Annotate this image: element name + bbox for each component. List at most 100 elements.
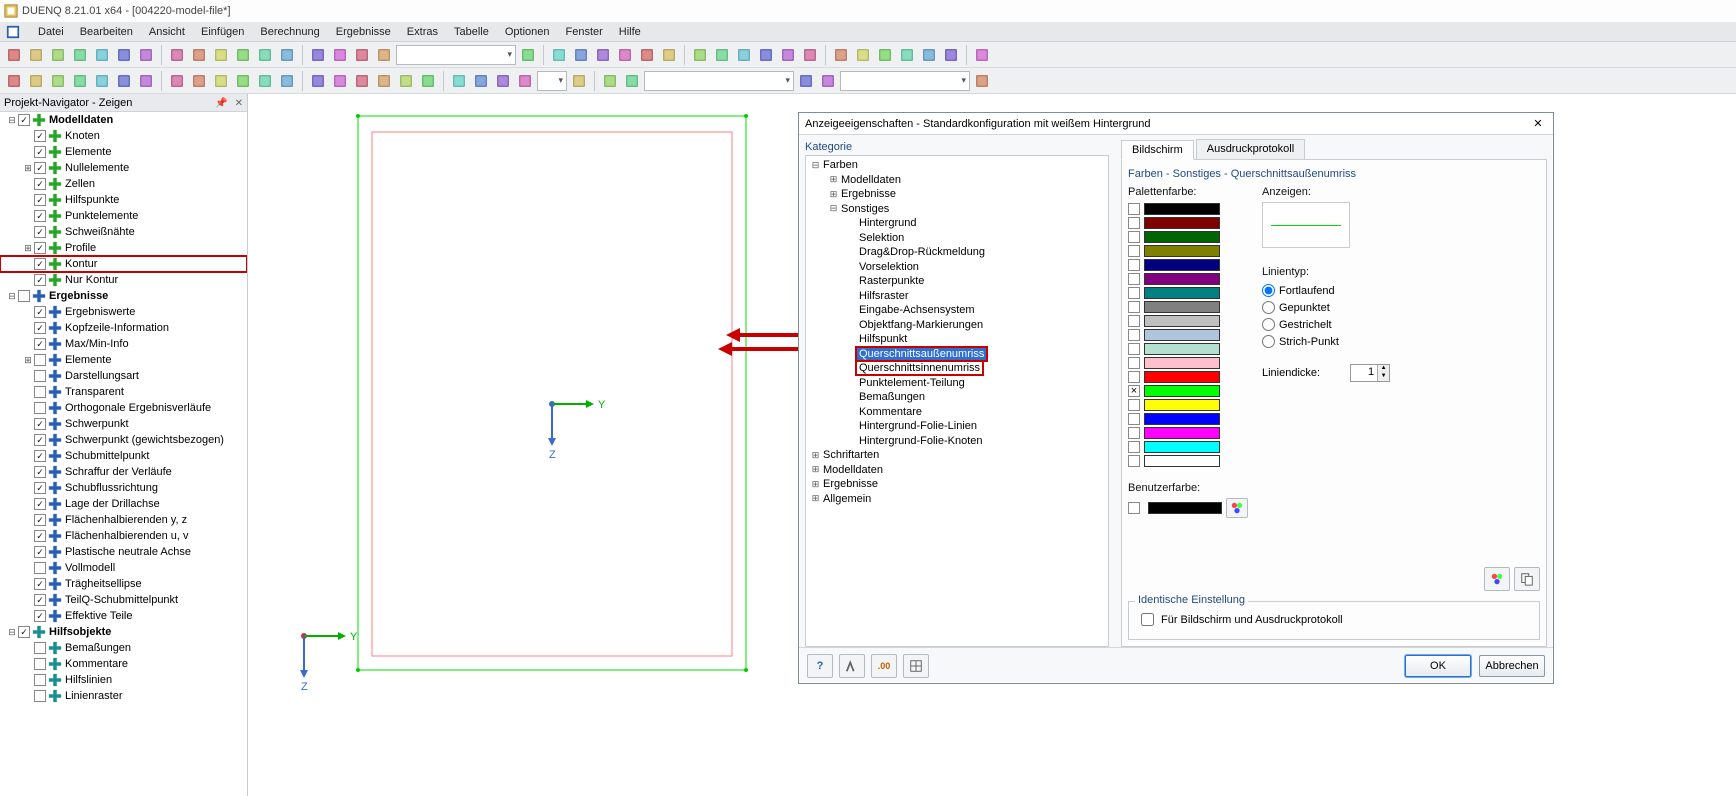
palette-config-button[interactable] (1484, 567, 1510, 591)
tab-ausdruckprotokoll[interactable]: Ausdruckprotokoll (1196, 139, 1305, 159)
category-item[interactable]: ⊞Modelldaten (806, 173, 1108, 188)
toolbar-button[interactable] (374, 71, 394, 91)
toolbar-button[interactable] (831, 45, 851, 65)
toolbar-button[interactable] (4, 71, 24, 91)
navigator-tree[interactable]: ⊟ModelldatenKnotenElemente⊞NullelementeZ… (0, 112, 247, 796)
nav-item[interactable]: Trägheitsellipse (0, 576, 247, 592)
nav-item[interactable]: Nur Kontur (0, 272, 247, 288)
palette-color[interactable] (1128, 342, 1248, 356)
nav-checkbox[interactable] (34, 402, 46, 414)
nav-item[interactable]: ⊟Ergebnisse (0, 288, 247, 304)
palette-color[interactable] (1128, 454, 1248, 468)
default-button[interactable] (839, 654, 865, 678)
nav-checkbox[interactable] (18, 290, 30, 302)
category-item[interactable]: ⊞Ergebnisse (806, 187, 1108, 202)
usercolor-picker-button[interactable] (1226, 498, 1248, 518)
toolbar-button[interactable] (778, 45, 798, 65)
palette-color[interactable] (1128, 244, 1248, 258)
toolbar-button[interactable] (70, 45, 90, 65)
nav-checkbox[interactable] (34, 306, 46, 318)
nav-checkbox[interactable] (34, 338, 46, 350)
nav-checkbox[interactable] (34, 514, 46, 526)
nav-item[interactable]: ⊞Nullelemente (0, 160, 247, 176)
category-item[interactable]: Selektion (806, 231, 1108, 246)
category-item[interactable]: Hintergrund (806, 216, 1108, 231)
toolbar-button[interactable] (518, 45, 538, 65)
toolbar-button[interactable] (92, 45, 112, 65)
nav-checkbox[interactable] (34, 322, 46, 334)
nav-item[interactable]: Orthogonale Ergebnisverläufe (0, 400, 247, 416)
toolbar-button[interactable] (593, 45, 613, 65)
palette-color[interactable] (1128, 272, 1248, 286)
toolbar-button[interactable] (734, 45, 754, 65)
toolbar-button[interactable] (211, 45, 231, 65)
toolbar-button[interactable] (114, 71, 134, 91)
menu-hilfe[interactable]: Hilfe (611, 24, 649, 40)
app-menu-icon[interactable] (4, 24, 22, 40)
toolbar-button[interactable] (189, 45, 209, 65)
category-item[interactable]: Querschnittsinnenumriss (806, 361, 1108, 376)
palette-color[interactable] (1128, 300, 1248, 314)
toolbar-button[interactable] (136, 45, 156, 65)
category-item[interactable]: ⊞Ergebnisse (806, 477, 1108, 492)
toolbar-button[interactable] (277, 71, 297, 91)
nav-checkbox[interactable] (34, 642, 46, 654)
toolbar-button[interactable] (330, 45, 350, 65)
linetype-gepunktet[interactable] (1262, 301, 1275, 314)
menu-einfügen[interactable]: Einfügen (193, 24, 252, 40)
toolbar-button[interactable] (48, 45, 68, 65)
nav-item[interactable]: Schwerpunkt (0, 416, 247, 432)
panel-close-icon[interactable]: ✕ (235, 98, 243, 109)
menu-ergebnisse[interactable]: Ergebnisse (328, 24, 399, 40)
category-item[interactable]: Objektfang-Markierungen (806, 318, 1108, 333)
nav-checkbox[interactable] (34, 258, 46, 270)
category-item[interactable]: Eingabe-Achsensystem (806, 303, 1108, 318)
toolbar-button[interactable] (756, 45, 776, 65)
toolbar-button[interactable] (615, 45, 635, 65)
tab-bildschirm[interactable]: Bildschirm (1121, 140, 1194, 160)
palette-color[interactable] (1128, 216, 1248, 230)
toolbar-button[interactable] (233, 71, 253, 91)
nav-checkbox[interactable] (34, 210, 46, 222)
nav-item[interactable]: Lage der Drillachse (0, 496, 247, 512)
menu-fenster[interactable]: Fenster (558, 24, 611, 40)
toolbar-button[interactable] (569, 71, 589, 91)
palette-color[interactable] (1128, 412, 1248, 426)
category-item[interactable]: Kommentare (806, 405, 1108, 420)
menu-bearbeiten[interactable]: Bearbeiten (72, 24, 141, 40)
palette-color[interactable] (1128, 440, 1248, 454)
toolbar-button[interactable] (114, 45, 134, 65)
palette-color[interactable] (1128, 370, 1248, 384)
nav-item[interactable]: Plastische neutrale Achse (0, 544, 247, 560)
nav-item[interactable]: ⊞Elemente (0, 352, 247, 368)
category-item[interactable]: Querschnittsaußenumriss (806, 347, 1108, 362)
nav-item[interactable]: Knoten (0, 128, 247, 144)
linetype-fortlaufend[interactable] (1262, 284, 1275, 297)
palette-color[interactable] (1128, 258, 1248, 272)
menu-datei[interactable]: Datei (30, 24, 72, 40)
category-item[interactable]: ⊟Farben (806, 158, 1108, 173)
nav-checkbox[interactable] (34, 562, 46, 574)
palette-color[interactable] (1128, 398, 1248, 412)
nav-checkbox[interactable] (34, 658, 46, 670)
menu-ansicht[interactable]: Ansicht (141, 24, 193, 40)
toolbar-button[interactable] (136, 71, 156, 91)
toolbar-button[interactable] (637, 45, 657, 65)
toolbar-button[interactable] (308, 45, 328, 65)
nav-checkbox[interactable] (34, 194, 46, 206)
nav-checkbox[interactable] (34, 418, 46, 430)
toolbar-button[interactable] (48, 71, 68, 91)
category-item[interactable]: ⊞Allgemein (806, 492, 1108, 507)
linetype-strichpunkt[interactable] (1262, 335, 1275, 348)
nav-item[interactable]: Hilfslinien (0, 672, 247, 688)
nav-item[interactable]: Ergebniswerte (0, 304, 247, 320)
toolbar-button[interactable] (167, 71, 187, 91)
nav-checkbox[interactable] (34, 482, 46, 494)
nav-item[interactable]: Schwerpunkt (gewichtsbezogen) (0, 432, 247, 448)
toolbar-button[interactable] (255, 45, 275, 65)
toolbar-button[interactable] (352, 71, 372, 91)
toolbar-button[interactable] (712, 45, 732, 65)
category-item[interactable]: Vorselektion (806, 260, 1108, 275)
dialog-close-button[interactable]: ✕ (1529, 115, 1547, 133)
palette-color[interactable] (1128, 230, 1248, 244)
